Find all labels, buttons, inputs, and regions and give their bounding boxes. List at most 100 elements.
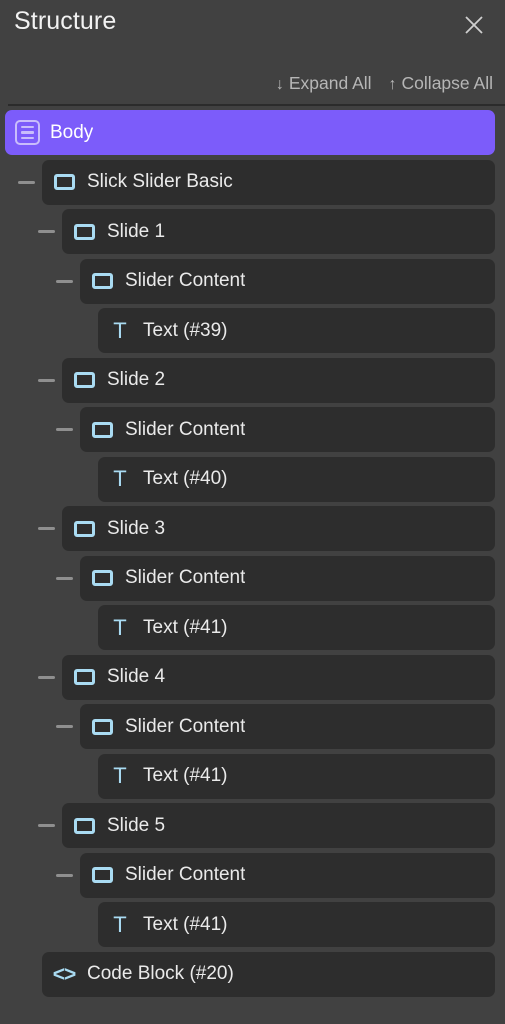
minus-icon [37,675,55,679]
tree-row[interactable]: Slider Content [80,258,495,304]
tree-row[interactable]: Slider Content [80,852,495,898]
text-icon: T [113,911,127,937]
minus-icon [55,725,73,728]
collapse-toggle[interactable] [35,803,57,848]
minus-icon [17,180,35,184]
collapse-toggle[interactable] [35,506,57,551]
element-icon [91,718,113,735]
collapse-toggle[interactable] [35,358,57,403]
tree-row[interactable]: Slider Content [80,407,495,452]
element-icon [91,273,113,289]
expand-all-button[interactable]: ↓ Expand All [276,73,372,94]
tree-row-label: Code Block (#20) [87,963,234,984]
tree-row-label: Body [50,121,94,143]
minus-icon [55,576,73,580]
minus-icon [37,378,55,382]
collapse-toggle[interactable] [35,209,57,254]
tree-row-label: Text (#41) [143,765,228,786]
structure-tree: Body Slick Slider Basic Slide 1 Slider Cont… [0,110,505,1024]
row-icon [71,372,97,388]
text-icon: T [113,466,127,491]
row-icon [51,174,77,190]
text-icon: T [113,317,127,343]
row-icon [71,223,97,240]
tree-row[interactable]: T Text (#41) [98,753,495,799]
row-icon [71,520,97,537]
collapse-toggle[interactable] [53,407,75,452]
code-icon: <> [52,962,77,986]
element-icon [53,174,75,190]
arrow-down-icon: ↓ [275,76,284,93]
tree-row[interactable]: T Text (#41) [98,605,495,650]
row-icon: <> [51,964,77,985]
tree-row[interactable]: T Text (#40) [98,456,495,502]
tree-row[interactable]: T Text (#41) [98,902,495,947]
collapse-all-button[interactable]: ↑ Collapse All [389,73,493,94]
collapse-toggle[interactable] [53,704,75,749]
tree-row-label: Slick Slider Basic [87,171,233,192]
minus-icon [55,279,73,283]
tree-row-label: Slide 5 [107,814,166,836]
header-actions: ↓ Expand All ↑ Collapse All [276,73,493,94]
tree-row[interactable]: Slide 1 [62,209,495,254]
minus-icon [55,428,73,431]
header-divider [8,104,505,106]
close-icon [463,14,485,36]
tree-row[interactable]: Slide 3 [62,506,495,551]
tree-row-label: Text (#41) [143,616,228,638]
element-icon [73,372,95,388]
collapse-toggle[interactable] [53,556,75,601]
element-icon [91,570,113,586]
arrow-up-icon: ↑ [388,76,397,93]
row-icon: T [107,468,133,490]
element-icon [73,223,95,240]
row-icon [89,570,115,586]
row-icon [71,817,97,834]
collapse-toggle[interactable] [53,259,75,304]
collapse-toggle[interactable] [15,160,37,205]
tree-row[interactable]: Slider Content [80,555,495,601]
body-icon [14,120,40,145]
tree-row[interactable]: Slick Slider Basic [42,159,495,205]
row-icon [71,669,97,685]
tree-row[interactable]: Slide 4 [62,654,495,700]
page-title: Structure [14,7,117,35]
tree-row[interactable]: Slide 5 [62,803,495,848]
minus-icon [37,230,55,233]
expand-all-label: Expand All [288,73,372,93]
row-icon [14,120,40,145]
tree-row-label: Slide 1 [107,220,166,242]
element-icon [73,817,95,834]
tree-row[interactable]: Slide 2 [62,357,495,403]
tree-row-label: Text (#41) [143,913,228,935]
element-icon [73,669,95,685]
collapse-toggle[interactable] [53,853,75,898]
row-icon [89,421,115,438]
row-icon: T [107,911,133,937]
tree-row-label: Slider Content [125,270,246,291]
row-icon [89,867,115,883]
text-icon: T [113,763,127,788]
tree-row[interactable]: Slider Content [80,704,495,749]
tree-row[interactable]: Body [5,110,495,155]
collapse-all-label: Collapse All [401,73,493,93]
minus-icon [37,527,55,530]
close-button[interactable] [457,8,491,42]
tree-row-label: Slider Content [125,567,246,588]
row-icon: T [107,317,133,343]
panel-header: Structure ↓ Expand All ↑ Collapse All [0,0,505,106]
tree-row-label: Slider Content [125,715,246,737]
tree-row-label: Slider Content [125,418,246,440]
tree-row[interactable]: <> Code Block (#20) [42,951,495,997]
tree-row[interactable]: T Text (#39) [98,308,495,353]
row-icon [89,718,115,735]
tree-row-label: Text (#40) [143,468,228,489]
structure-panel: Structure ↓ Expand All ↑ Collapse All Bo… [0,0,505,1024]
collapse-toggle[interactable] [35,655,57,700]
tree-row-label: Slide 2 [107,369,166,390]
minus-icon [55,873,73,877]
element-icon [91,421,113,438]
row-icon: T [107,765,133,787]
tree-row-label: Slide 3 [107,517,166,539]
minus-icon [37,824,55,827]
